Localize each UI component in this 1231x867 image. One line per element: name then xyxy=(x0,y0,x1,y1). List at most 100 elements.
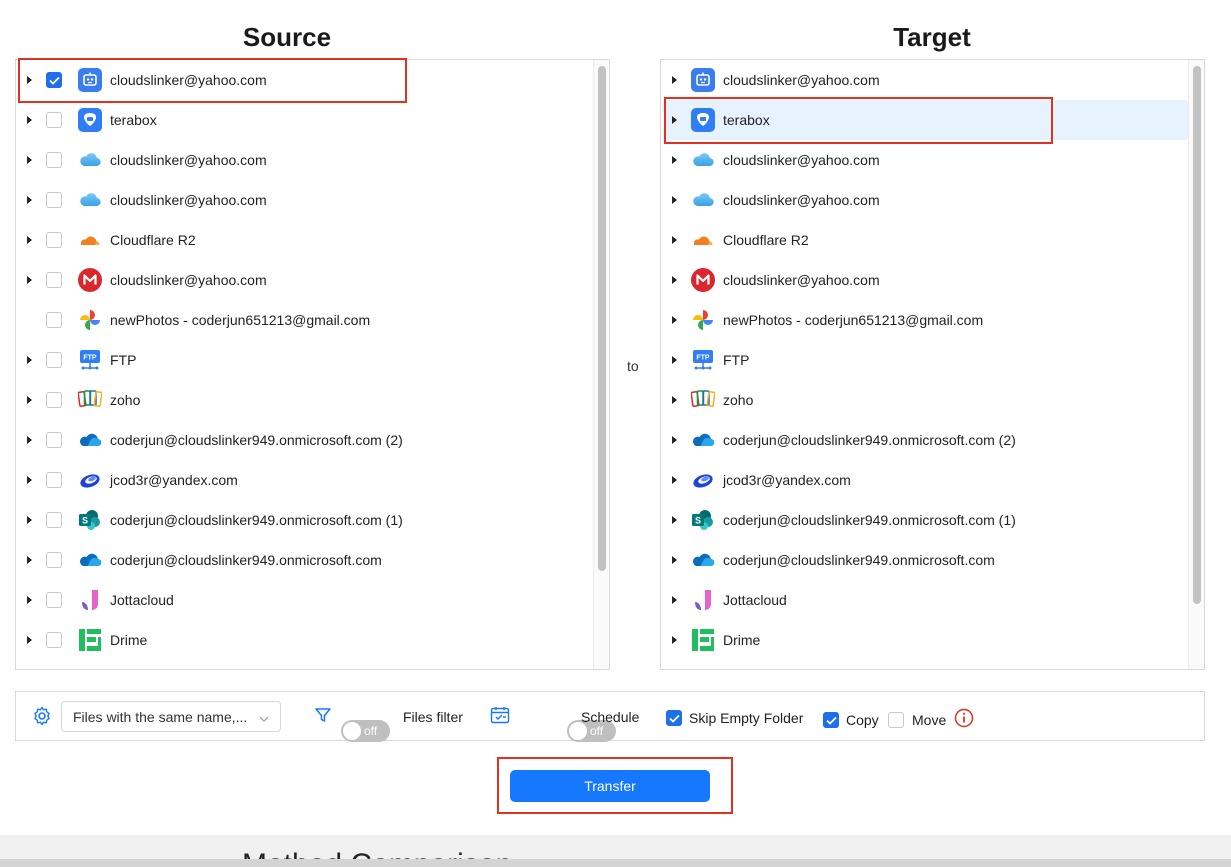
conflict-handling-select[interactable]: Files with the same name,... xyxy=(61,701,281,732)
caret-right-icon[interactable] xyxy=(27,356,32,364)
source-row-label: FTP xyxy=(110,352,137,368)
caret-right-icon[interactable] xyxy=(27,636,32,644)
caret-right-icon[interactable] xyxy=(672,476,677,484)
caret-right-icon[interactable] xyxy=(27,596,32,604)
caret-right-icon[interactable] xyxy=(27,76,32,84)
gear-icon[interactable] xyxy=(32,706,52,729)
source-tree-row[interactable]: cloudslinker@yahoo.com xyxy=(16,140,594,180)
source-row-label: cloudslinker@yahoo.com xyxy=(110,192,267,208)
source-row-checkbox[interactable] xyxy=(46,592,62,608)
caret-right-icon[interactable] xyxy=(672,156,677,164)
caret-right-icon[interactable] xyxy=(672,636,677,644)
source-tree-row[interactable]: terabox xyxy=(16,100,594,140)
caret-right-icon[interactable] xyxy=(27,436,32,444)
source-row-checkbox[interactable] xyxy=(46,152,62,168)
source-row-label: cloudslinker@yahoo.com xyxy=(110,72,267,88)
target-tree-row[interactable]: Drime xyxy=(661,620,1189,660)
mega-icon xyxy=(78,268,102,292)
target-tree-row[interactable]: FTP FTP xyxy=(661,340,1189,380)
source-scroll-thumb[interactable] xyxy=(598,66,606,571)
source-tree-row[interactable]: coderjun@cloudslinker949.onmicrosoft.com… xyxy=(16,420,594,460)
source-row-checkbox[interactable] xyxy=(46,392,62,408)
target-tree-row[interactable]: cloudslinker@yahoo.com xyxy=(661,140,1189,180)
source-row-checkbox[interactable] xyxy=(46,72,62,88)
source-tree-row[interactable]: jcod3r@yandex.com xyxy=(16,460,594,500)
source-row-checkbox[interactable] xyxy=(46,232,62,248)
target-tree-row[interactable]: coderjun@cloudslinker949.onmicrosoft.com xyxy=(661,540,1189,580)
caret-right-icon[interactable] xyxy=(27,476,32,484)
caret-right-icon[interactable] xyxy=(672,316,677,324)
source-row-checkbox[interactable] xyxy=(46,512,62,528)
caret-right-icon[interactable] xyxy=(672,196,677,204)
target-tree-row[interactable]: newPhotos - coderjun651213@gmail.com xyxy=(661,300,1189,340)
source-row-checkbox[interactable] xyxy=(46,272,62,288)
source-tree-row[interactable]: Cloudflare R2 xyxy=(16,220,594,260)
caret-right-icon[interactable] xyxy=(672,276,677,284)
caret-right-icon[interactable] xyxy=(672,236,677,244)
caret-right-icon[interactable] xyxy=(672,436,677,444)
source-row-checkbox[interactable] xyxy=(46,192,62,208)
caret-right-icon[interactable] xyxy=(27,516,32,524)
caret-right-icon[interactable] xyxy=(672,76,677,84)
transfer-button[interactable]: Transfer xyxy=(510,770,710,802)
source-tree-row[interactable]: FTP FTP xyxy=(16,340,594,380)
target-tree-row[interactable]: Scoderjun@cloudslinker949.onmicrosoft.co… xyxy=(661,500,1189,540)
target-scrollbar[interactable] xyxy=(1188,60,1204,669)
skip-empty-folder-checkbox[interactable] xyxy=(666,710,682,726)
target-tree-row[interactable]: coderjun@cloudslinker949.onmicrosoft.com… xyxy=(661,420,1189,460)
info-icon[interactable] xyxy=(954,708,974,728)
source-row-checkbox[interactable] xyxy=(46,432,62,448)
source-tree-row[interactable]: Scoderjun@cloudslinker949.onmicrosoft.co… xyxy=(16,500,594,540)
schedule-label: Schedule xyxy=(581,709,640,725)
target-tree-row[interactable]: cloudslinker@yahoo.com xyxy=(661,260,1189,300)
svg-text:FTP: FTP xyxy=(83,355,97,362)
target-tree-row[interactable]: zoho xyxy=(661,380,1189,420)
source-row-checkbox[interactable] xyxy=(46,632,62,648)
caret-right-icon[interactable] xyxy=(27,276,32,284)
source-tree-row[interactable]: cloudslinker@yahoo.com xyxy=(16,260,594,300)
target-scroll-thumb[interactable] xyxy=(1193,66,1201,604)
source-tree-row[interactable]: cloudslinker@yahoo.com xyxy=(16,60,594,100)
target-tree-row[interactable]: Jottacloud xyxy=(661,580,1189,620)
caret-right-icon[interactable] xyxy=(27,396,32,404)
zoho-icon xyxy=(691,388,715,412)
source-tree-row[interactable]: Jottacloud xyxy=(16,580,594,620)
target-tree-row[interactable]: jcod3r@yandex.com xyxy=(661,460,1189,500)
caret-right-icon[interactable] xyxy=(27,196,32,204)
target-tree-row[interactable]: Cloudflare R2 xyxy=(661,220,1189,260)
caret-right-icon[interactable] xyxy=(27,116,32,124)
caret-right-icon[interactable] xyxy=(672,396,677,404)
caret-right-icon[interactable] xyxy=(27,156,32,164)
jottacloud-icon xyxy=(691,588,715,612)
target-row-label: Drime xyxy=(723,632,761,648)
caret-right-icon[interactable] xyxy=(672,556,677,564)
icloud-icon xyxy=(78,148,102,172)
target-tree-panel: cloudslinker@yahoo.com terabox cloudslinke… xyxy=(660,59,1205,670)
caret-right-icon[interactable] xyxy=(27,236,32,244)
target-tree-row[interactable]: cloudslinker@yahoo.com xyxy=(661,180,1189,220)
files-filter-toggle[interactable]: off xyxy=(341,720,390,742)
source-scrollbar[interactable] xyxy=(593,60,609,669)
copy-checkbox[interactable] xyxy=(823,712,839,728)
source-tree-row[interactable]: newPhotos - coderjun651213@gmail.com xyxy=(16,300,594,340)
files-filter-toggle-label: off xyxy=(364,724,378,738)
source-row-checkbox[interactable] xyxy=(46,552,62,568)
target-tree-row[interactable]: terabox xyxy=(665,100,1189,140)
jottacloud-icon xyxy=(78,588,102,612)
source-tree-row[interactable]: cloudslinker@yahoo.com xyxy=(16,180,594,220)
source-row-checkbox[interactable] xyxy=(46,472,62,488)
source-row-checkbox[interactable] xyxy=(46,312,62,328)
source-tree-row[interactable]: Drime xyxy=(16,620,594,660)
caret-right-icon[interactable] xyxy=(27,556,32,564)
caret-right-icon[interactable] xyxy=(672,596,677,604)
source-tree-row[interactable]: coderjun@cloudslinker949.onmicrosoft.com xyxy=(16,540,594,580)
source-row-checkbox[interactable] xyxy=(46,352,62,368)
target-tree-row[interactable]: cloudslinker@yahoo.com xyxy=(661,60,1189,100)
caret-right-icon[interactable] xyxy=(672,356,677,364)
source-row-label: cloudslinker@yahoo.com xyxy=(110,272,267,288)
move-checkbox[interactable] xyxy=(888,712,904,728)
source-tree-row[interactable]: zoho xyxy=(16,380,594,420)
source-row-checkbox[interactable] xyxy=(46,112,62,128)
caret-right-icon[interactable] xyxy=(672,516,677,524)
caret-right-icon[interactable] xyxy=(672,116,677,124)
